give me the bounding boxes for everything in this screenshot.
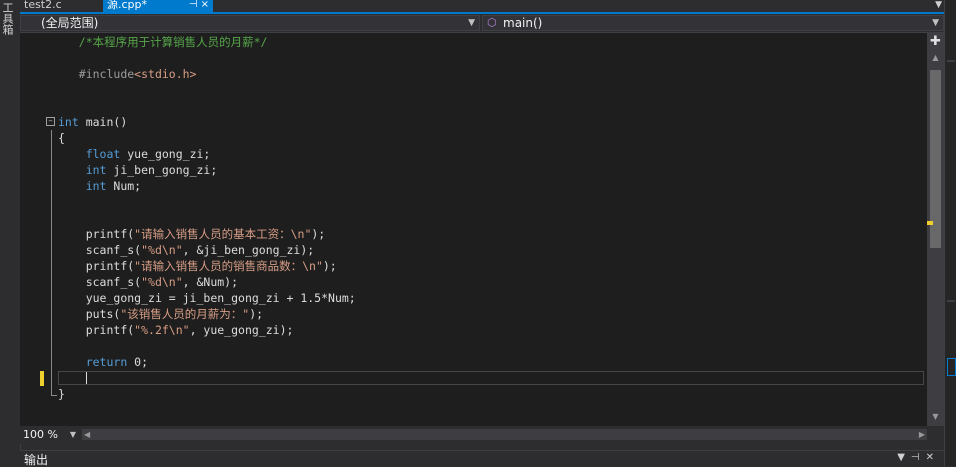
- code-line-13: printf("请输入销售人员的基本工资：\n");: [58, 226, 326, 242]
- code-text: }: [58, 387, 65, 401]
- outline-guide: [51, 130, 52, 396]
- code-text: , &Num);: [182, 275, 239, 289]
- keyword: return: [85, 355, 128, 369]
- string-literal: "%.2f\n": [134, 323, 190, 337]
- panel-selection-box[interactable]: [947, 358, 956, 376]
- code-text: , yue_gong_zi);: [189, 323, 294, 337]
- panel-divider: [947, 60, 955, 62]
- output-panel-header: 输出 ▼⊣✕: [20, 450, 944, 467]
- split-window-icon[interactable]: ✚: [928, 35, 943, 49]
- outline-guide-end: [51, 395, 57, 396]
- keyword: int: [85, 163, 107, 177]
- code-text: printf(: [85, 323, 135, 337]
- code-text: 0;: [127, 355, 149, 369]
- string-literal: "该销售人员的月薪为：": [120, 307, 250, 321]
- function-value: main(): [503, 16, 543, 30]
- vertical-scrollbar[interactable]: ✚ ▲ ▼: [927, 33, 944, 426]
- code-line-1: /*本程序用于计算销售人员的月薪*/: [58, 34, 268, 50]
- scrollbar-change-marker: [927, 221, 933, 225]
- include-directive: #include: [78, 67, 135, 81]
- pin-icon[interactable]: ⊣: [189, 0, 198, 10]
- code-line-9: int ji_ben_gong_zi;: [58, 162, 218, 178]
- code-text: );: [311, 227, 326, 241]
- right-panel-strip: [944, 0, 956, 466]
- keyword: int: [58, 115, 79, 129]
- close-icon[interactable]: ×: [201, 0, 209, 10]
- code-text: yue_gong_zi;: [120, 147, 211, 161]
- code-line-16: scanf_s("%d\n", &Num);: [58, 274, 238, 290]
- code-comment: /*本程序用于计算销售人员的月薪*/: [78, 35, 268, 49]
- zoom-value: 100 %: [23, 428, 58, 441]
- string-literal: "%d\n": [141, 275, 183, 289]
- document-tab-bar: test2.c 源.cpp* ⊣ × ▼: [20, 0, 944, 14]
- code-line-3: #include<stdio.h>: [58, 66, 197, 82]
- tab-dropdown-icon[interactable]: ▼: [935, 0, 942, 10]
- code-line-8: float yue_gong_zi;: [58, 146, 211, 162]
- scroll-left-arrow-icon[interactable]: ◀: [84, 429, 90, 440]
- chevron-down-icon: ▼: [468, 18, 475, 28]
- tab-yuan-cpp[interactable]: 源.cpp* ⊣ ×: [103, 0, 213, 12]
- code-text: Num;: [106, 179, 142, 193]
- code-line-18: puts("该销售人员的月薪为：");: [58, 306, 263, 322]
- code-line-15: printf("请输入销售人员的销售商品数：\n");: [58, 258, 337, 274]
- code-text: ji_ben_gong_zi;: [106, 163, 218, 177]
- string-literal: "%d\n": [141, 243, 183, 257]
- code-text: scanf_s(: [85, 243, 142, 257]
- zoom-dropdown[interactable]: 100 % ▼: [20, 427, 78, 442]
- scroll-down-arrow-icon[interactable]: ▼: [927, 410, 944, 424]
- scroll-up-arrow-icon[interactable]: ▲: [927, 51, 944, 65]
- code-line-17: yue_gong_zi = ji_ben_gong_zi + 1.5*Num;: [58, 290, 356, 306]
- text-caret: [86, 372, 87, 384]
- tab-test2-c[interactable]: test2.c: [20, 0, 100, 12]
- code-line-10: int Num;: [58, 178, 141, 194]
- chevron-down-icon: ▼: [69, 430, 76, 439]
- indicator-margin: [20, 33, 42, 426]
- keyword: int: [85, 179, 107, 193]
- pin-icon[interactable]: ⊣: [911, 452, 926, 463]
- code-text: scanf_s(: [85, 275, 142, 289]
- panel-divider: [947, 300, 955, 302]
- current-line-highlight: [58, 371, 924, 385]
- navigation-bar: (全局范围) ▼ ⬡ main() ▼: [20, 14, 944, 33]
- code-line-19: printf("%.2f\n", yue_gong_zi);: [58, 322, 294, 338]
- toolbox-label[interactable]: 工具箱: [1, 2, 14, 35]
- code-text: {: [58, 131, 65, 145]
- scope-value: (全局范围): [41, 16, 99, 30]
- string-literal: "请输入销售人员的销售商品数：\n": [134, 259, 323, 273]
- horizontal-scrollbar[interactable]: ◀ ▶: [82, 429, 927, 440]
- string-literal: "请输入销售人员的基本工资：\n": [134, 227, 312, 241]
- toolbox-strip[interactable]: 工具箱: [0, 0, 21, 466]
- scroll-right-arrow-icon[interactable]: ▶: [919, 429, 925, 440]
- code-line-21: return 0;: [58, 354, 148, 370]
- code-line-7: {: [58, 130, 65, 146]
- code-text: , &ji_ben_gong_zi);: [182, 243, 315, 257]
- scope-dropdown[interactable]: (全局范围) ▼: [20, 15, 480, 31]
- code-text: printf(: [85, 259, 135, 273]
- code-text: yue_gong_zi = ji_ben_gong_zi + 1.5*Num;: [85, 291, 356, 305]
- code-text: );: [322, 259, 337, 273]
- function-dropdown[interactable]: ⬡ main() ▼: [482, 15, 944, 31]
- code-text: printf(: [85, 227, 135, 241]
- editor-bottom-bar: 100 % ▼ ◀ ▶: [20, 426, 927, 444]
- code-editor[interactable]: – /*本程序用于计算销售人员的月薪*/ #include<stdio.h> i…: [20, 33, 927, 426]
- code-line-14: scanf_s("%d\n", &ji_ben_gong_zi);: [58, 242, 315, 258]
- code-line-23: }: [58, 386, 65, 402]
- code-text: );: [249, 307, 264, 321]
- panel-menu-icon[interactable]: ▼: [897, 452, 911, 463]
- code-line-6: int main(): [58, 114, 127, 130]
- close-icon[interactable]: ✕: [926, 452, 940, 463]
- tab-label: test2.c: [24, 0, 62, 11]
- include-file: <stdio.h>: [134, 67, 197, 81]
- output-panel-title[interactable]: 输出: [24, 453, 48, 467]
- change-tracking-bar: [40, 371, 44, 386]
- cube-icon: ⬡: [487, 16, 497, 29]
- collapse-toggle-icon[interactable]: –: [46, 117, 55, 126]
- tab-label: 源.cpp*: [107, 0, 148, 11]
- keyword: float: [85, 147, 121, 161]
- code-text: puts(: [85, 307, 121, 321]
- chevron-down-icon: ▼: [932, 18, 939, 28]
- code-text: main(): [78, 115, 128, 129]
